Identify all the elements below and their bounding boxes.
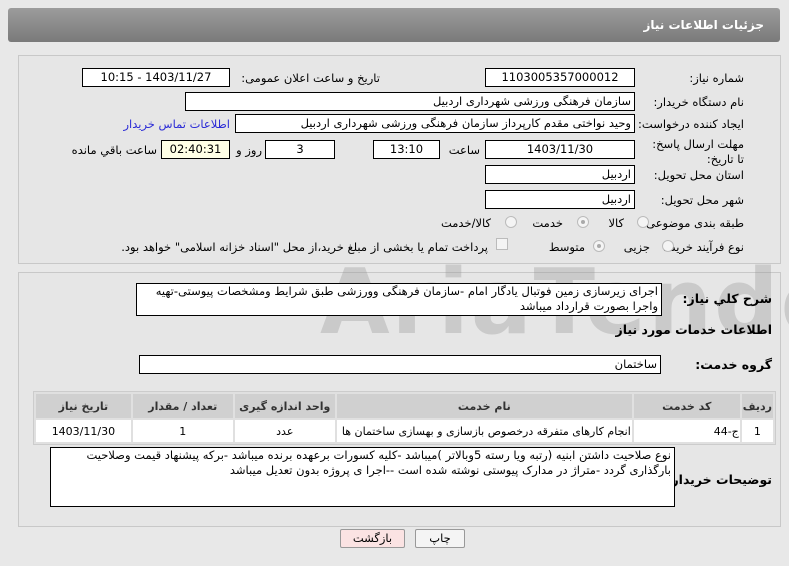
category-option-service: خدمت	[532, 216, 563, 230]
buyer-contact-link[interactable]: اطلاعات تماس خریدار	[123, 117, 230, 131]
description-field: اجرای زیرسازی زمین فوتبال یادگار امام -س…	[136, 283, 662, 316]
process-radio-medium[interactable]	[593, 240, 605, 252]
province-field: اردبیل	[485, 165, 635, 184]
category-option-goods: کالا	[608, 216, 624, 230]
service-group-field: ساختمان	[139, 355, 661, 374]
deadline-date-field: 1403/11/30	[485, 140, 635, 159]
buyer-field: سازمان فرهنگی ورزشی شهرداری اردبیل	[185, 92, 635, 111]
column-header-service-name: نام خدمت	[336, 394, 632, 418]
back-button[interactable]: بازگشت	[340, 529, 405, 548]
services-table: ردیف کد خدمت نام خدمت واحد اندازه گیری ت…	[33, 391, 776, 445]
process-option-medium: متوسط	[548, 240, 585, 254]
page-header: جزئیات اطلاعات نیاز	[8, 8, 780, 42]
creator-field: وحید نواختی مقدم کارپرداز سازمان فرهنگی …	[235, 114, 635, 133]
category-radio-both[interactable]	[505, 216, 517, 228]
city-field: اردبیل	[485, 190, 635, 209]
remaining-label: ساعت باقي مانده	[71, 143, 157, 157]
time-label: ساعت	[448, 143, 480, 157]
description-label: شرح کلي نیاز:	[682, 291, 772, 306]
cell-quantity: 1	[132, 420, 233, 442]
cell-unit: عدد	[234, 420, 335, 442]
cell-need-date: 1403/11/30	[36, 420, 131, 442]
days-remaining-field: 3	[265, 140, 335, 159]
cell-service-code: ج-44	[633, 420, 740, 442]
category-option-both: کالا/خدمت	[440, 216, 491, 230]
column-header-quantity: تعداد / مقدار	[132, 394, 233, 418]
category-radio-service[interactable]	[577, 216, 589, 228]
table-row: 1 ج-44 انجام کارهای متفرقه درخصوص بازساز…	[36, 420, 773, 442]
category-radio-goods[interactable]	[637, 216, 649, 228]
category-label: طبقه بندی موضوعی:	[642, 216, 744, 230]
payment-note: پرداخت تمام یا بخشی از مبلغ خرید،از محل …	[121, 240, 488, 254]
print-button[interactable]: چاپ	[415, 529, 465, 548]
process-label: نوع فرآیند خرید :	[662, 240, 744, 254]
need-number-field: 1103005357000012	[485, 68, 635, 87]
services-section-title: اطلاعات خدمات مورد نیاز	[615, 322, 773, 337]
table-header-row: ردیف کد خدمت نام خدمت واحد اندازه گیری ت…	[36, 394, 773, 418]
time-remaining-field: 02:40:31	[161, 140, 230, 159]
column-header-row-number: ردیف	[741, 394, 773, 418]
column-header-service-code: کد خدمت	[633, 394, 740, 418]
buyer-notes-label: توضیحات خریدار:	[666, 472, 772, 487]
column-header-unit: واحد اندازه گیری	[234, 394, 335, 418]
days-label: روز و	[236, 143, 262, 157]
creator-label: ایجاد کننده درخواست:	[638, 117, 744, 131]
buyer-label: نام دستگاه خریدار:	[653, 95, 744, 109]
page-title: جزئیات اطلاعات نیاز	[643, 18, 764, 32]
treasury-payment-checkbox[interactable]	[496, 238, 508, 250]
deadline-label: مهلت ارسال پاسخ: تا تاریخ:	[652, 137, 744, 166]
city-label: شهر محل تحویل:	[660, 193, 744, 207]
buyer-notes-field: نوع صلاحیت داشتن ابنیه (رتبه ویا رسته 5و…	[50, 447, 675, 507]
province-label: استان محل تحویل:	[653, 168, 744, 182]
service-group-label: گروه خدمت:	[695, 357, 772, 372]
cell-row-number: 1	[741, 420, 773, 442]
announce-label: تاریخ و ساعت اعلان عمومی:	[241, 71, 380, 85]
cell-service-name: انجام کارهای متفرقه درخصوص بازسازی و بهس…	[336, 420, 632, 442]
need-number-label: شماره نیاز:	[689, 71, 744, 85]
announce-field: 1403/11/27 - 10:15	[82, 68, 230, 87]
process-radio-minor[interactable]	[662, 240, 674, 252]
process-option-minor: جزیی	[623, 240, 650, 254]
deadline-time-field: 13:10	[373, 140, 440, 159]
column-header-need-date: تاریخ نیاز	[36, 394, 131, 418]
